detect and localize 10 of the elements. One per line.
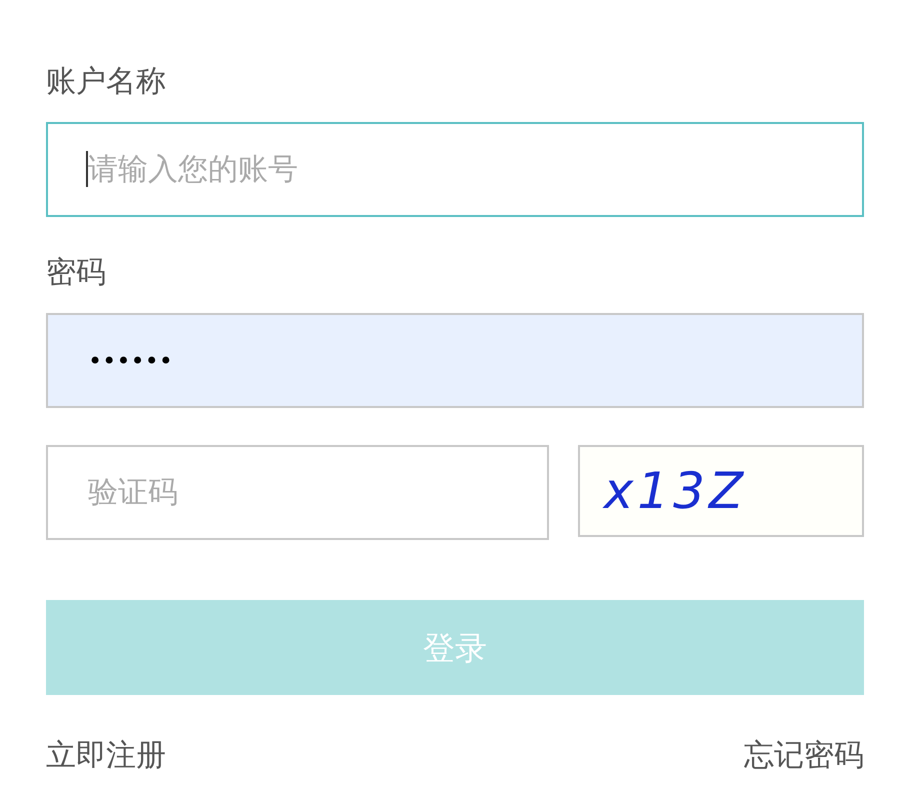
account-field[interactable]: 请输入您的账号 <box>46 122 864 217</box>
text-cursor <box>86 151 88 187</box>
captcha-code: x13Z <box>604 460 748 522</box>
captcha-field[interactable]: 验证码 <box>46 445 549 540</box>
captcha-image[interactable]: x13Z <box>578 445 864 537</box>
forgot-password-link[interactable]: 忘记密码 <box>744 733 864 778</box>
register-link[interactable]: 立即注册 <box>46 733 166 778</box>
field-label: 账户名称 <box>46 63 166 101</box>
field-label: 密码 <box>46 254 106 292</box>
password-field[interactable]: •••••• <box>46 313 864 408</box>
